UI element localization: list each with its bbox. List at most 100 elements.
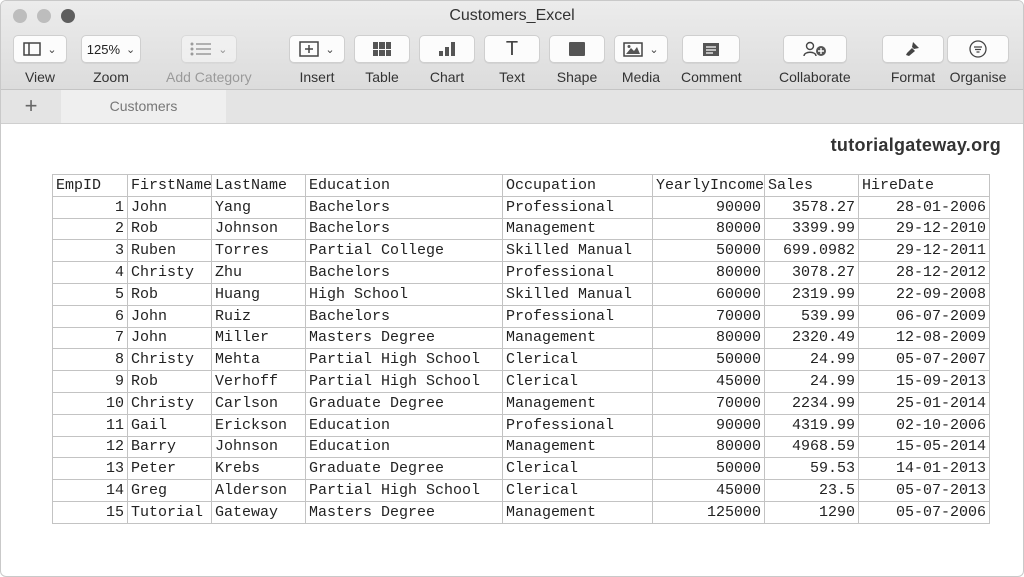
table-cell[interactable]: 8 [52,348,128,372]
table-cell[interactable]: 70000 [652,304,765,328]
table-cell[interactable]: Education [305,413,503,437]
table-cell[interactable]: 15 [52,500,128,524]
table-cell[interactable]: 05-07-2007 [858,348,990,372]
table-cell[interactable]: 15-05-2014 [858,435,990,459]
table-cell[interactable]: 02-10-2006 [858,413,990,437]
table-cell[interactable]: 90000 [652,195,765,219]
table-cell[interactable]: 50000 [652,348,765,372]
table-cell[interactable]: John [127,326,212,350]
table-cell[interactable]: 4968.59 [764,435,859,459]
table-tool[interactable]: Table [354,35,410,85]
table-cell[interactable]: Verhoff [211,370,306,393]
table-cell[interactable]: Christy [127,261,212,284]
table-cell[interactable]: Graduate Degree [305,391,503,415]
table-header-cell[interactable]: FirstName [127,174,212,197]
table-cell[interactable]: 80000 [652,261,765,284]
table-cell[interactable]: 11 [52,413,128,437]
table-cell[interactable]: 12 [52,435,128,459]
table-cell[interactable]: 28-01-2006 [858,195,990,219]
table-cell[interactable]: 80000 [652,326,765,350]
table-cell[interactable]: Clerical [502,457,653,481]
collaborate-tool[interactable]: Collaborate [779,35,851,85]
table-cell[interactable]: Professional [502,413,653,437]
format-button[interactable] [882,35,944,63]
table-cell[interactable]: 699.0982 [764,239,859,263]
table-cell[interactable]: Education [305,435,503,459]
zoom-tool[interactable]: 125% ⌄ Zoom [81,35,141,85]
table-cell[interactable]: Professional [502,261,653,284]
table-cell[interactable]: Tutorial [127,500,212,524]
table-cell[interactable]: Gail [127,413,212,437]
table-cell[interactable]: Zhu [211,261,306,284]
table-cell[interactable]: Masters Degree [305,500,503,524]
comment-button[interactable] [682,35,741,63]
table-cell[interactable]: 50000 [652,239,765,263]
media-button[interactable]: ⌄ [614,35,668,63]
table-cell[interactable]: Peter [127,457,212,481]
text-button[interactable]: T [484,35,540,63]
table-cell[interactable]: Rob [127,370,212,393]
table-cell[interactable]: 3578.27 [764,195,859,219]
table-cell[interactable]: High School [305,282,503,306]
organise-tool[interactable]: Organise [947,35,1009,85]
table-header-cell[interactable]: HireDate [858,174,990,197]
table-cell[interactable]: 3078.27 [764,261,859,284]
table-cell[interactable]: Partial High School [305,479,503,502]
shape-tool[interactable]: Shape [549,35,605,85]
table-cell[interactable]: Clerical [502,479,653,502]
table-cell[interactable]: 80000 [652,435,765,459]
table-header-cell[interactable]: Sales [764,174,859,197]
table-cell[interactable]: Graduate Degree [305,457,503,481]
table-cell[interactable]: 28-12-2012 [858,261,990,284]
table-cell[interactable]: 12-08-2009 [858,326,990,350]
text-tool[interactable]: T Text [484,35,540,85]
table-cell[interactable]: Johnson [211,435,306,459]
table-cell[interactable]: Skilled Manual [502,239,653,263]
table-cell[interactable]: 24.99 [764,370,859,393]
table-cell[interactable]: Gateway [211,500,306,524]
table-cell[interactable]: 45000 [652,370,765,393]
table-cell[interactable]: John [127,304,212,328]
table-cell[interactable]: 3399.99 [764,217,859,241]
table-cell[interactable]: Masters Degree [305,326,503,350]
table-cell[interactable]: Management [502,217,653,241]
table-cell[interactable]: 45000 [652,479,765,502]
table-cell[interactable]: 539.99 [764,304,859,328]
table-cell[interactable]: Bachelors [305,304,503,328]
table-cell[interactable]: Management [502,435,653,459]
table-cell[interactable]: 2 [52,217,128,241]
table-header-cell[interactable]: LastName [211,174,306,197]
media-tool[interactable]: ⌄ Media [614,35,668,85]
table-cell[interactable]: 2319.99 [764,282,859,306]
table-cell[interactable]: Professional [502,304,653,328]
add-category-button[interactable]: ⌄ [180,35,237,63]
table-cell[interactable]: 4319.99 [764,413,859,437]
table-cell[interactable]: Torres [211,239,306,263]
table-cell[interactable]: Bachelors [305,217,503,241]
chart-tool[interactable]: Chart [419,35,475,85]
table-cell[interactable]: 7 [52,326,128,350]
table-cell[interactable]: 29-12-2011 [858,239,990,263]
table-cell[interactable]: 5 [52,282,128,306]
view-button[interactable]: ⌄ [13,35,67,63]
shape-button[interactable] [549,35,605,63]
table-cell[interactable]: Krebs [211,457,306,481]
table-cell[interactable]: 1 [52,195,128,219]
table-cell[interactable]: 23.5 [764,479,859,502]
add-category-tool[interactable]: ⌄ Add Category [166,35,252,85]
table-cell[interactable]: Professional [502,195,653,219]
table-cell[interactable]: Huang [211,282,306,306]
table-cell[interactable]: 06-07-2009 [858,304,990,328]
table-cell[interactable]: 2320.49 [764,326,859,350]
table-cell[interactable]: 29-12-2010 [858,217,990,241]
table-cell[interactable]: Rob [127,217,212,241]
table-cell[interactable]: 25-01-2014 [858,391,990,415]
table-cell[interactable]: 22-09-2008 [858,282,990,306]
table-cell[interactable]: Johnson [211,217,306,241]
tab-customers[interactable]: Customers [61,90,226,123]
chart-button[interactable] [419,35,475,63]
table-cell[interactable]: Partial College [305,239,503,263]
table-cell[interactable]: Management [502,326,653,350]
table-cell[interactable]: 90000 [652,413,765,437]
table-cell[interactable]: Clerical [502,370,653,393]
